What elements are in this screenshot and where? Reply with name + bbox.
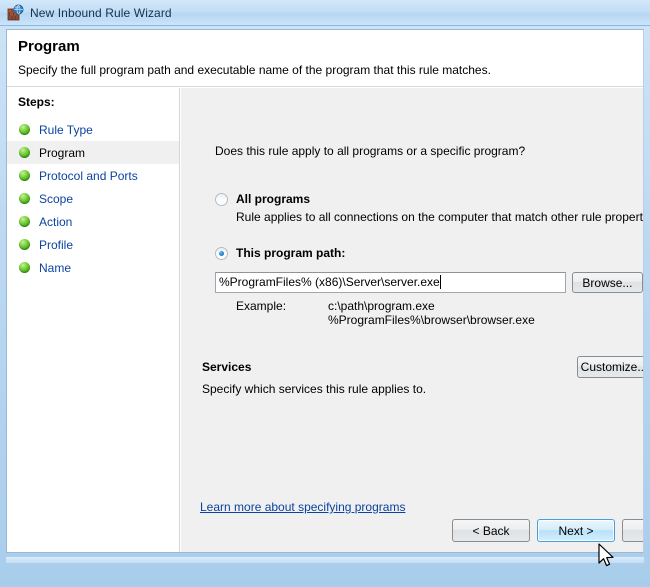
radio-all-programs[interactable]: [215, 193, 228, 206]
sidebar-item-label: Rule Type: [39, 123, 93, 137]
steps-list: Rule Type Program Protocol and Ports Sco…: [7, 118, 179, 279]
steps-heading: Steps:: [18, 95, 55, 109]
wizard-client-area: Program Specify the full program path an…: [6, 29, 644, 553]
sidebar-item-label: Program: [39, 146, 85, 160]
program-path-input[interactable]: %ProgramFiles% (x86)\Server\server.exe: [215, 272, 566, 293]
page-title: Program: [18, 38, 80, 55]
option-this-program-path-label: This program path:: [236, 246, 345, 260]
example-block: Example: c:\path\program.exe %ProgramFil…: [236, 299, 535, 327]
back-button[interactable]: < Back: [452, 519, 530, 542]
program-path-value: %ProgramFiles% (x86)\Server\server.exe: [219, 273, 440, 292]
sidebar-item-label: Profile: [39, 238, 73, 252]
option-all-programs-description: Rule applies to all connections on the c…: [236, 210, 644, 224]
step-bullet-icon: [19, 147, 30, 158]
services-description: Specify which services this rule applies…: [202, 382, 426, 396]
sidebar-item-action[interactable]: Action: [7, 210, 179, 233]
sidebar-item-profile[interactable]: Profile: [7, 233, 179, 256]
firewall-shield-icon: [7, 4, 24, 21]
option-this-program-path[interactable]: This program path:: [215, 246, 345, 260]
sidebar-item-label: Scope: [39, 192, 73, 206]
sidebar-item-rule-type[interactable]: Rule Type: [7, 118, 179, 141]
steps-sidebar: Steps: Rule Type Program Protocol and Po…: [7, 88, 180, 552]
content-panel: Does this rule apply to all programs or …: [181, 88, 643, 552]
learn-more-link[interactable]: Learn more about specifying programs: [200, 500, 405, 514]
example-value-1: c:\path\program.exe: [328, 299, 435, 313]
sidebar-item-label: Action: [39, 215, 72, 229]
browse-button[interactable]: Browse...: [572, 272, 643, 293]
step-bullet-icon: [19, 239, 30, 250]
sidebar-item-label: Protocol and Ports: [39, 169, 138, 183]
step-bullet-icon: [19, 170, 30, 181]
wizard-navigation-buttons: < Back Next > Cancel: [181, 519, 643, 542]
program-path-row: %ProgramFiles% (x86)\Server\server.exe B…: [215, 272, 643, 293]
cancel-button[interactable]: Cancel: [622, 519, 644, 542]
title-bar: New Inbound Rule Wizard: [0, 0, 650, 26]
page-subtitle: Specify the full program path and execut…: [18, 63, 491, 77]
option-all-programs[interactable]: All programs Rule applies to all connect…: [215, 192, 310, 206]
question-text: Does this rule apply to all programs or …: [215, 144, 525, 158]
window-title: New Inbound Rule Wizard: [30, 6, 172, 20]
step-bullet-icon: [19, 262, 30, 273]
step-bullet-icon: [19, 193, 30, 204]
wizard-window: New Inbound Rule Wizard Program Specify …: [0, 0, 650, 587]
page-header: Program Specify the full program path an…: [7, 30, 643, 87]
sidebar-item-protocol-and-ports[interactable]: Protocol and Ports: [7, 164, 179, 187]
window-footer-strip: [6, 557, 644, 563]
example-value-2: %ProgramFiles%\browser\browser.exe: [328, 313, 535, 327]
window-frame: New Inbound Rule Wizard Program Specify …: [0, 0, 650, 587]
sidebar-item-label: Name: [39, 261, 71, 275]
example-label: Example:: [236, 299, 328, 313]
option-all-programs-label: All programs: [236, 192, 310, 206]
next-button[interactable]: Next >: [537, 519, 615, 542]
radio-this-program-path[interactable]: [215, 247, 228, 260]
sidebar-item-scope[interactable]: Scope: [7, 187, 179, 210]
customize-button[interactable]: Customize...: [577, 356, 644, 378]
step-bullet-icon: [19, 124, 30, 135]
services-heading: Services: [202, 360, 251, 374]
example-spacer: [236, 313, 328, 327]
sidebar-item-program[interactable]: Program: [7, 141, 179, 164]
sidebar-item-name[interactable]: Name: [7, 256, 179, 279]
step-bullet-icon: [19, 216, 30, 227]
